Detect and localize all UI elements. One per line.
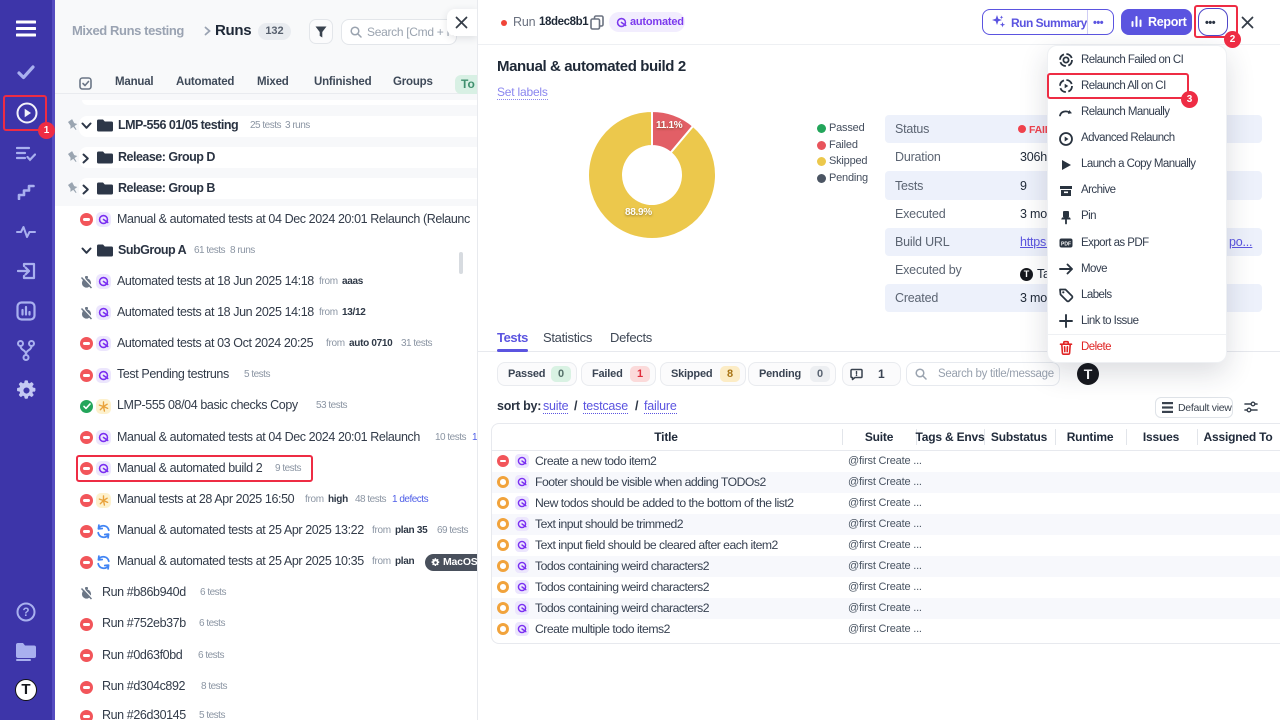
svg-text:PDF: PDF	[1061, 242, 1071, 248]
